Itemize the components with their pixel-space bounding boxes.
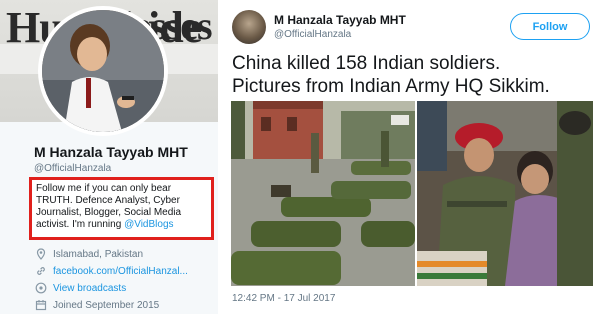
tweet-photo-1-image xyxy=(231,101,415,286)
profile-handle[interactable]: @OfficialHanzala xyxy=(34,163,111,174)
profile-website[interactable]: facebook.com/OfficialHanzal... xyxy=(35,264,188,278)
tweet-author-handle[interactable]: @OfficialHanzala xyxy=(274,29,351,40)
profile-avatar-image xyxy=(42,10,164,132)
tweet-photo-2[interactable] xyxy=(417,101,593,286)
calendar-icon xyxy=(35,300,47,311)
profile-avatar[interactable] xyxy=(38,6,168,136)
profile-panel: Hug losses ide M Hanzala Tayyab MHT @Off… xyxy=(0,0,218,314)
tweet-card: M Hanzala Tayyab MHT @OfficialHanzala Fo… xyxy=(218,0,600,314)
tweet-author-name[interactable]: M Hanzala Tayyab MHT xyxy=(274,13,406,27)
bio-vidblogs-link[interactable]: @VidBlogs xyxy=(124,219,173,230)
tweet-text: China killed 158 Indian soldiers. Pictur… xyxy=(232,52,592,98)
profile-joined: Joined September 2015 xyxy=(35,298,159,312)
tweet-photo-2-image xyxy=(417,101,593,286)
tweet-text-line1: China killed 158 Indian soldiers. xyxy=(232,53,501,74)
profile-name[interactable]: M Hanzala Tayyab MHT xyxy=(34,144,188,160)
view-broadcasts-link[interactable]: View broadcasts xyxy=(53,283,126,294)
tweet-photo-1[interactable] xyxy=(231,101,415,286)
tweet-timestamp[interactable]: 12:42 PM - 17 Jul 2017 xyxy=(232,293,335,304)
joined-text: Joined September 2015 xyxy=(53,299,160,311)
profile-location: Islamabad, Pakistan xyxy=(35,247,143,261)
profile-bio-highlight: Follow me if you can only bear TRUTH. De… xyxy=(29,177,214,240)
website-link[interactable]: facebook.com/OfficialHanzal... xyxy=(53,266,188,277)
link-icon xyxy=(37,267,45,275)
tweet-author-avatar[interactable] xyxy=(232,10,266,44)
profile-bio: Follow me if you can only bear TRUTH. De… xyxy=(36,183,207,231)
profile-broadcasts[interactable]: View broadcasts xyxy=(35,281,126,295)
avatar-portrait xyxy=(42,10,164,132)
follow-button[interactable]: Follow xyxy=(510,13,590,40)
broadcast-icon xyxy=(35,282,47,294)
tweet-text-line2: Pictures from Indian Army HQ Sikkim. xyxy=(232,76,550,97)
location-pin-icon xyxy=(36,248,46,260)
location-text: Islamabad, Pakistan xyxy=(53,248,144,260)
